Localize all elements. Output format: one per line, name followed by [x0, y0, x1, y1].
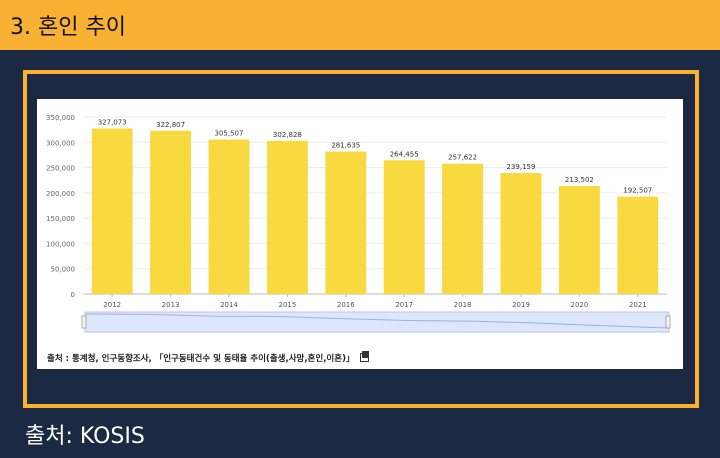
- x-tick-label: 2019: [512, 301, 530, 309]
- bar: [558, 186, 600, 294]
- chart-panel: 0 50,000 100,000 150,000 200,000 250,000 300,0…: [37, 99, 683, 369]
- bar-value-label: 322,807: [156, 121, 185, 129]
- y-tick-label: 0: [71, 291, 75, 299]
- bar: [442, 163, 484, 294]
- external-link-icon[interactable]: [360, 351, 370, 362]
- y-tick-label: 350,000: [46, 114, 75, 122]
- x-tick-label: 2015: [278, 301, 296, 309]
- x-tick-label: 2014: [220, 301, 238, 309]
- bar-value-label: 264,455: [390, 150, 419, 158]
- bar-value-label: 305,507: [215, 130, 244, 138]
- bar: [383, 160, 425, 294]
- title-bar: 3. 혼인 추이: [0, 0, 720, 50]
- y-tick-label: 300,000: [46, 139, 75, 147]
- y-tick-label: 250,000: [46, 165, 75, 173]
- bar: [266, 140, 308, 294]
- x-tick-label: 2013: [162, 301, 180, 309]
- chart-source-line: 출처 : 통계청, 인구동향조사, 「인구동태건수 및 동태율 추이(출생,사망…: [47, 351, 370, 364]
- bar-value-label: 192,507: [623, 187, 652, 195]
- bar: [208, 139, 250, 294]
- bar: [150, 130, 192, 294]
- footer-source: 출처: KOSIS: [25, 424, 145, 449]
- x-tick-label: 2018: [454, 301, 472, 309]
- page-title: 3. 혼인 추이: [10, 15, 126, 40]
- bar: [500, 173, 542, 294]
- x-tick-label: 2016: [337, 301, 355, 309]
- x-tick-label: 2020: [570, 301, 588, 309]
- bar: [325, 151, 367, 294]
- x-tick-label: 2021: [629, 301, 647, 309]
- bar-chart: 0 50,000 100,000 150,000 200,000 250,000 300,0…: [46, 114, 671, 333]
- y-tick-label: 200,000: [46, 190, 75, 198]
- bar-value-label: 239,159: [507, 163, 536, 171]
- bar-value-label: 257,622: [448, 154, 477, 162]
- bar-value-label: 302,828: [273, 131, 302, 139]
- bar-value-label: 213,502: [565, 176, 594, 184]
- range-handle-right[interactable]: [665, 315, 671, 329]
- y-tick-label: 50,000: [51, 266, 76, 274]
- y-tick-label: 100,000: [46, 240, 75, 248]
- x-tick-label: 2012: [103, 301, 121, 309]
- x-tick-label: 2017: [395, 301, 413, 309]
- chart-source-text: 출처 : 통계청, 인구동향조사, 「인구동태건수 및 동태율 추이(출생,사망…: [47, 354, 355, 364]
- bar-value-label: 327,073: [98, 119, 127, 127]
- y-tick-label: 150,000: [46, 215, 75, 223]
- bar: [617, 196, 659, 294]
- range-handle-left[interactable]: [81, 315, 87, 329]
- bar: [91, 128, 133, 294]
- bar-value-label: 281,635: [331, 142, 360, 150]
